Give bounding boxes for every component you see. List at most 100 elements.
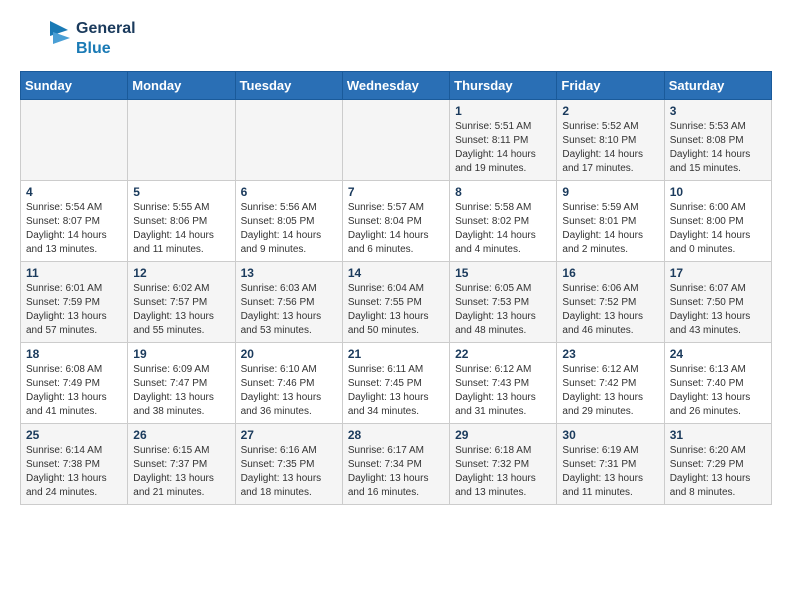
day-info: Sunrise: 5:56 AM Sunset: 8:05 PM Dayligh… [241, 201, 337, 257]
page-header: GeneralBlue [20, 16, 772, 61]
day-number: 21 [348, 347, 444, 361]
calendar-header-row: SundayMondayTuesdayWednesdayThursdayFrid… [21, 72, 772, 100]
day-info: Sunrise: 6:15 AM Sunset: 7:37 PM Dayligh… [133, 444, 229, 500]
calendar-cell: 9 Sunrise: 5:59 AM Sunset: 8:01 PM Daylig… [557, 181, 664, 262]
day-number: 31 [670, 428, 766, 442]
day-number: 13 [241, 266, 337, 280]
day-number: 16 [562, 266, 658, 280]
calendar-cell: 11 Sunrise: 6:01 AM Sunset: 7:59 PM Dayli… [21, 262, 128, 343]
day-info: Sunrise: 6:01 AM Sunset: 7:59 PM Dayligh… [26, 282, 122, 338]
day-header-wednesday: Wednesday [342, 72, 449, 100]
day-number: 26 [133, 428, 229, 442]
logo-line1: General [76, 19, 136, 38]
day-info: Sunrise: 6:00 AM Sunset: 8:00 PM Dayligh… [670, 201, 766, 257]
calendar-cell: 7Sunrise: 5:57 AM Sunset: 8:04 PM Daylig… [342, 181, 449, 262]
calendar-cell: 21 Sunrise: 6:11 AM Sunset: 7:45 PM Dayli… [342, 343, 449, 424]
calendar-cell: 20 Sunrise: 6:10 AM Sunset: 7:46 PM Dayli… [235, 343, 342, 424]
calendar-cell [21, 100, 128, 181]
calendar-cell: 13 Sunrise: 6:03 AM Sunset: 7:56 PM Dayli… [235, 262, 342, 343]
day-info: Sunrise: 6:10 AM Sunset: 7:46 PM Dayligh… [241, 363, 337, 419]
day-info: Sunrise: 6:12 AM Sunset: 7:42 PM Dayligh… [562, 363, 658, 419]
day-number: 27 [241, 428, 337, 442]
calendar-table: SundayMondayTuesdayWednesdayThursdayFrid… [20, 71, 772, 505]
calendar-cell: 16 Sunrise: 6:06 AM Sunset: 7:52 PM Dayli… [557, 262, 664, 343]
calendar-cell [342, 100, 449, 181]
calendar-cell: 31 Sunrise: 6:20 AM Sunset: 7:29 PM Dayli… [664, 424, 771, 505]
day-info: Sunrise: 6:11 AM Sunset: 7:45 PM Dayligh… [348, 363, 444, 419]
day-number: 8 [455, 185, 551, 199]
day-header-monday: Monday [128, 72, 235, 100]
day-number: 19 [133, 347, 229, 361]
day-number: 18 [26, 347, 122, 361]
calendar-cell: 2 Sunrise: 5:52 AM Sunset: 8:10 PM Daylig… [557, 100, 664, 181]
calendar-cell: 25 Sunrise: 6:14 AM Sunset: 7:38 PM Dayli… [21, 424, 128, 505]
day-number: 12 [133, 266, 229, 280]
day-number: 17 [670, 266, 766, 280]
day-info: Sunrise: 6:18 AM Sunset: 7:32 PM Dayligh… [455, 444, 551, 500]
day-info: Sunrise: 5:52 AM Sunset: 8:10 PM Dayligh… [562, 120, 658, 176]
calendar-cell: 1Sunrise: 5:51 AM Sunset: 8:11 PM Daylig… [450, 100, 557, 181]
day-info: Sunrise: 6:06 AM Sunset: 7:52 PM Dayligh… [562, 282, 658, 338]
logo: GeneralBlue [20, 16, 136, 61]
day-number: 23 [562, 347, 658, 361]
day-info: Sunrise: 5:55 AM Sunset: 8:06 PM Dayligh… [133, 201, 229, 257]
logo-line2: Blue [76, 39, 136, 58]
day-header-tuesday: Tuesday [235, 72, 342, 100]
day-number: 24 [670, 347, 766, 361]
day-info: Sunrise: 5:53 AM Sunset: 8:08 PM Dayligh… [670, 120, 766, 176]
day-info: Sunrise: 6:09 AM Sunset: 7:47 PM Dayligh… [133, 363, 229, 419]
day-number: 22 [455, 347, 551, 361]
day-info: Sunrise: 6:05 AM Sunset: 7:53 PM Dayligh… [455, 282, 551, 338]
day-header-thursday: Thursday [450, 72, 557, 100]
day-info: Sunrise: 6:19 AM Sunset: 7:31 PM Dayligh… [562, 444, 658, 500]
day-number: 5 [133, 185, 229, 199]
day-info: Sunrise: 6:02 AM Sunset: 7:57 PM Dayligh… [133, 282, 229, 338]
day-number: 15 [455, 266, 551, 280]
calendar-cell: 22 Sunrise: 6:12 AM Sunset: 7:43 PM Dayli… [450, 343, 557, 424]
day-number: 25 [26, 428, 122, 442]
day-info: Sunrise: 6:16 AM Sunset: 7:35 PM Dayligh… [241, 444, 337, 500]
calendar-cell: 18 Sunrise: 6:08 AM Sunset: 7:49 PM Dayli… [21, 343, 128, 424]
calendar-cell: 30 Sunrise: 6:19 AM Sunset: 7:31 PM Dayli… [557, 424, 664, 505]
day-info: Sunrise: 5:59 AM Sunset: 8:01 PM Dayligh… [562, 201, 658, 257]
day-info: Sunrise: 6:14 AM Sunset: 7:38 PM Dayligh… [26, 444, 122, 500]
calendar-cell: 26 Sunrise: 6:15 AM Sunset: 7:37 PM Dayli… [128, 424, 235, 505]
logo-icon [20, 16, 70, 61]
calendar-week-row: 4Sunrise: 5:54 AM Sunset: 8:07 PM Daylig… [21, 181, 772, 262]
calendar-cell: 17 Sunrise: 6:07 AM Sunset: 7:50 PM Dayli… [664, 262, 771, 343]
day-number: 4 [26, 185, 122, 199]
calendar-cell: 5 Sunrise: 5:55 AM Sunset: 8:06 PM Daylig… [128, 181, 235, 262]
day-info: Sunrise: 5:57 AM Sunset: 8:04 PM Dayligh… [348, 201, 444, 257]
calendar-week-row: 11 Sunrise: 6:01 AM Sunset: 7:59 PM Dayli… [21, 262, 772, 343]
calendar-cell: 24 Sunrise: 6:13 AM Sunset: 7:40 PM Dayli… [664, 343, 771, 424]
day-number: 10 [670, 185, 766, 199]
day-number: 9 [562, 185, 658, 199]
day-info: Sunrise: 6:13 AM Sunset: 7:40 PM Dayligh… [670, 363, 766, 419]
calendar-cell: 12 Sunrise: 6:02 AM Sunset: 7:57 PM Dayli… [128, 262, 235, 343]
day-number: 3 [670, 104, 766, 118]
calendar-cell: 6 Sunrise: 5:56 AM Sunset: 8:05 PM Daylig… [235, 181, 342, 262]
calendar-week-row: 25 Sunrise: 6:14 AM Sunset: 7:38 PM Dayli… [21, 424, 772, 505]
day-number: 14 [348, 266, 444, 280]
day-info: Sunrise: 6:03 AM Sunset: 7:56 PM Dayligh… [241, 282, 337, 338]
calendar-cell [128, 100, 235, 181]
day-info: Sunrise: 6:08 AM Sunset: 7:49 PM Dayligh… [26, 363, 122, 419]
calendar-cell [235, 100, 342, 181]
day-header-friday: Friday [557, 72, 664, 100]
calendar-cell: 8 Sunrise: 5:58 AM Sunset: 8:02 PM Daylig… [450, 181, 557, 262]
day-number: 20 [241, 347, 337, 361]
day-number: 30 [562, 428, 658, 442]
day-number: 29 [455, 428, 551, 442]
calendar-cell: 28Sunrise: 6:17 AM Sunset: 7:34 PM Dayli… [342, 424, 449, 505]
day-info: Sunrise: 6:20 AM Sunset: 7:29 PM Dayligh… [670, 444, 766, 500]
calendar-cell: 19 Sunrise: 6:09 AM Sunset: 7:47 PM Dayli… [128, 343, 235, 424]
day-info: Sunrise: 6:12 AM Sunset: 7:43 PM Dayligh… [455, 363, 551, 419]
day-number: 6 [241, 185, 337, 199]
day-number: 11 [26, 266, 122, 280]
calendar-cell: 10 Sunrise: 6:00 AM Sunset: 8:00 PM Dayli… [664, 181, 771, 262]
day-header-sunday: Sunday [21, 72, 128, 100]
day-number: 2 [562, 104, 658, 118]
day-info: Sunrise: 6:17 AM Sunset: 7:34 PM Dayligh… [348, 444, 444, 500]
day-info: Sunrise: 5:58 AM Sunset: 8:02 PM Dayligh… [455, 201, 551, 257]
day-info: Sunrise: 6:07 AM Sunset: 7:50 PM Dayligh… [670, 282, 766, 338]
